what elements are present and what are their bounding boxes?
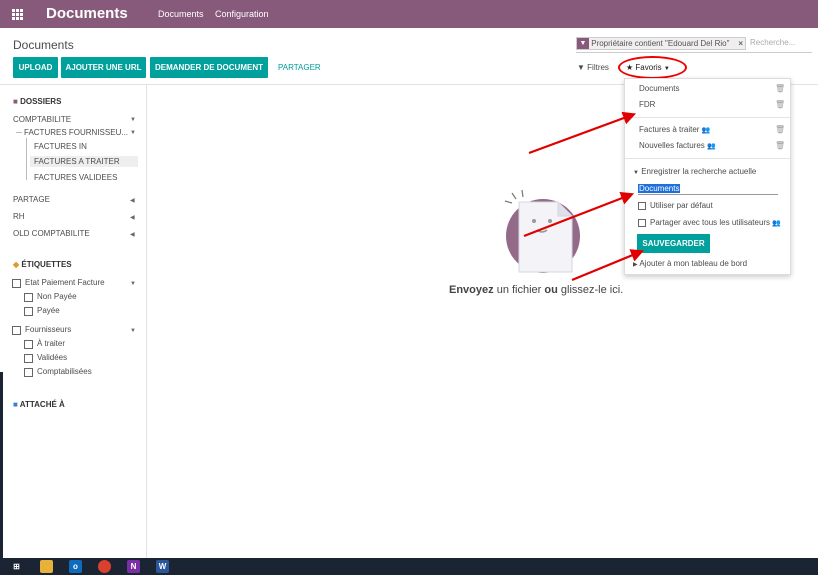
desktop-edge	[0, 372, 3, 558]
os-taskbar: ⊞ o N W	[0, 558, 818, 575]
chrome-icon[interactable]	[98, 560, 111, 573]
file-explorer-icon[interactable]	[40, 560, 53, 573]
word-icon[interactable]: W	[156, 560, 169, 573]
outlook-icon[interactable]: o	[69, 560, 82, 573]
annotation-arrows	[523, 111, 645, 282]
windows-start-icon[interactable]: ⊞	[10, 560, 23, 573]
onenote-icon[interactable]: N	[127, 560, 140, 573]
annotation-arrow-save	[571, 249, 645, 282]
annotation-arrow-name	[523, 192, 635, 238]
annotation-arrow-fdr	[528, 111, 637, 155]
